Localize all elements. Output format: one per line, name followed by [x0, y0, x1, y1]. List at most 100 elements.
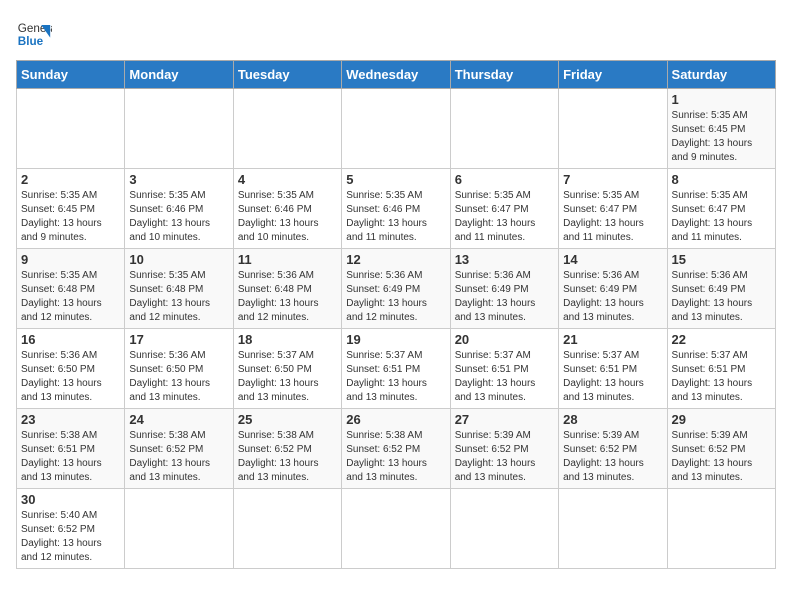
day-number: 18 [238, 332, 337, 347]
calendar-cell: 1Sunrise: 5:35 AM Sunset: 6:45 PM Daylig… [667, 89, 775, 169]
calendar-cell [450, 89, 558, 169]
day-number: 24 [129, 412, 228, 427]
calendar-cell: 10Sunrise: 5:35 AM Sunset: 6:48 PM Dayli… [125, 249, 233, 329]
calendar-cell: 16 Sunrise: 5:36 AM Sunset: 6:50 PM Dayli… [17, 329, 125, 409]
calendar-cell: 14 Sunrise: 5:36 AM Sunset: 6:49 PM Dayli… [559, 249, 667, 329]
page-header: General Blue [16, 16, 776, 52]
day-number: 22 [672, 332, 771, 347]
day-number: 14 [563, 252, 662, 267]
day-info: Sunrise: 5:37 AM Sunset: 6:50 PM Dayligh… [238, 349, 337, 405]
day-info: Sunrise: 5:36 AM Sunset: 6:50 PM Dayligh… [129, 349, 228, 405]
day-info: Sunrise: 5:35 AM Sunset: 6:46 PM Dayligh… [129, 189, 228, 245]
calendar-cell: 4 Sunrise: 5:35 AM Sunset: 6:46 PM Daylig… [233, 169, 341, 249]
day-number: 27 [455, 412, 554, 427]
calendar-cell [233, 89, 341, 169]
calendar-cell [233, 489, 341, 569]
calendar-week-row: 16 Sunrise: 5:36 AM Sunset: 6:50 PM Dayli… [17, 329, 776, 409]
calendar-cell: 23Sunrise: 5:38 AM Sunset: 6:51 PM Dayli… [17, 409, 125, 489]
day-info: Sunrise: 5:35 AM Sunset: 6:45 PM Dayligh… [672, 109, 771, 165]
day-number: 10 [129, 252, 228, 267]
logo: General Blue [16, 16, 52, 52]
weekday-header-monday: Monday [125, 61, 233, 89]
calendar-cell: 20 Sunrise: 5:37 AM Sunset: 6:51 PM Dayli… [450, 329, 558, 409]
day-number: 25 [238, 412, 337, 427]
day-number: 2 [21, 172, 120, 187]
calendar-cell [450, 489, 558, 569]
calendar-cell: 15 Sunrise: 5:36 AM Sunset: 6:49 PM Dayli… [667, 249, 775, 329]
day-info: Sunrise: 5:35 AM Sunset: 6:47 PM Dayligh… [672, 189, 771, 245]
day-number: 4 [238, 172, 337, 187]
calendar-cell: 2 Sunrise: 5:35 AM Sunset: 6:45 PM Daylig… [17, 169, 125, 249]
day-info: Sunrise: 5:36 AM Sunset: 6:49 PM Dayligh… [563, 269, 662, 325]
day-number: 20 [455, 332, 554, 347]
day-number: 28 [563, 412, 662, 427]
day-info: Sunrise: 5:37 AM Sunset: 6:51 PM Dayligh… [563, 349, 662, 405]
calendar-cell: 21 Sunrise: 5:37 AM Sunset: 6:51 PM Dayli… [559, 329, 667, 409]
calendar-cell: 22 Sunrise: 5:37 AM Sunset: 6:51 PM Dayli… [667, 329, 775, 409]
day-number: 21 [563, 332, 662, 347]
day-number: 19 [346, 332, 445, 347]
weekday-header-wednesday: Wednesday [342, 61, 450, 89]
calendar-cell: 24 Sunrise: 5:38 AM Sunset: 6:52 PM Dayli… [125, 409, 233, 489]
day-info: Sunrise: 5:36 AM Sunset: 6:50 PM Dayligh… [21, 349, 120, 405]
day-number: 12 [346, 252, 445, 267]
calendar-cell: 6 Sunrise: 5:35 AM Sunset: 6:47 PM Daylig… [450, 169, 558, 249]
day-info: Sunrise: 5:35 AM Sunset: 6:47 PM Dayligh… [563, 189, 662, 245]
day-info: Sunrise: 5:36 AM Sunset: 6:48 PM Dayligh… [238, 269, 337, 325]
day-number: 7 [563, 172, 662, 187]
calendar-cell: 5 Sunrise: 5:35 AM Sunset: 6:46 PM Daylig… [342, 169, 450, 249]
day-info: Sunrise: 5:35 AM Sunset: 6:45 PM Dayligh… [21, 189, 120, 245]
day-number: 5 [346, 172, 445, 187]
calendar-table: SundayMondayTuesdayWednesdayThursdayFrid… [16, 60, 776, 569]
calendar-cell [342, 489, 450, 569]
day-info: Sunrise: 5:38 AM Sunset: 6:52 PM Dayligh… [238, 429, 337, 485]
calendar-cell: 19Sunrise: 5:37 AM Sunset: 6:51 PM Dayli… [342, 329, 450, 409]
calendar-cell: 17 Sunrise: 5:36 AM Sunset: 6:50 PM Dayli… [125, 329, 233, 409]
weekday-header-thursday: Thursday [450, 61, 558, 89]
calendar-cell: 26Sunrise: 5:38 AM Sunset: 6:52 PM Dayli… [342, 409, 450, 489]
weekday-header-row: SundayMondayTuesdayWednesdayThursdayFrid… [17, 61, 776, 89]
calendar-cell: 18 Sunrise: 5:37 AM Sunset: 6:50 PM Dayli… [233, 329, 341, 409]
calendar-week-row: 1Sunrise: 5:35 AM Sunset: 6:45 PM Daylig… [17, 89, 776, 169]
day-info: Sunrise: 5:39 AM Sunset: 6:52 PM Dayligh… [455, 429, 554, 485]
calendar-cell: 3Sunrise: 5:35 AM Sunset: 6:46 PM Daylig… [125, 169, 233, 249]
calendar-cell [125, 89, 233, 169]
calendar-cell [559, 89, 667, 169]
calendar-cell: 9Sunrise: 5:35 AM Sunset: 6:48 PM Daylig… [17, 249, 125, 329]
day-number: 16 [21, 332, 120, 347]
day-info: Sunrise: 5:37 AM Sunset: 6:51 PM Dayligh… [455, 349, 554, 405]
logo-icon: General Blue [16, 16, 52, 52]
calendar-week-row: 23Sunrise: 5:38 AM Sunset: 6:51 PM Dayli… [17, 409, 776, 489]
day-info: Sunrise: 5:35 AM Sunset: 6:48 PM Dayligh… [21, 269, 120, 325]
calendar-cell [342, 89, 450, 169]
day-info: Sunrise: 5:38 AM Sunset: 6:52 PM Dayligh… [346, 429, 445, 485]
day-number: 13 [455, 252, 554, 267]
weekday-header-sunday: Sunday [17, 61, 125, 89]
calendar-week-row: 9Sunrise: 5:35 AM Sunset: 6:48 PM Daylig… [17, 249, 776, 329]
day-info: Sunrise: 5:38 AM Sunset: 6:52 PM Dayligh… [129, 429, 228, 485]
day-info: Sunrise: 5:39 AM Sunset: 6:52 PM Dayligh… [563, 429, 662, 485]
day-info: Sunrise: 5:37 AM Sunset: 6:51 PM Dayligh… [672, 349, 771, 405]
day-info: Sunrise: 5:36 AM Sunset: 6:49 PM Dayligh… [346, 269, 445, 325]
day-info: Sunrise: 5:35 AM Sunset: 6:47 PM Dayligh… [455, 189, 554, 245]
day-info: Sunrise: 5:35 AM Sunset: 6:46 PM Dayligh… [346, 189, 445, 245]
day-number: 23 [21, 412, 120, 427]
day-info: Sunrise: 5:36 AM Sunset: 6:49 PM Dayligh… [455, 269, 554, 325]
calendar-cell: 7 Sunrise: 5:35 AM Sunset: 6:47 PM Daylig… [559, 169, 667, 249]
calendar-cell: 25 Sunrise: 5:38 AM Sunset: 6:52 PM Dayli… [233, 409, 341, 489]
weekday-header-friday: Friday [559, 61, 667, 89]
day-number: 17 [129, 332, 228, 347]
weekday-header-saturday: Saturday [667, 61, 775, 89]
calendar-cell: 28 Sunrise: 5:39 AM Sunset: 6:52 PM Dayli… [559, 409, 667, 489]
day-info: Sunrise: 5:35 AM Sunset: 6:46 PM Dayligh… [238, 189, 337, 245]
day-info: Sunrise: 5:39 AM Sunset: 6:52 PM Dayligh… [672, 429, 771, 485]
calendar-cell [559, 489, 667, 569]
calendar-week-row: 30Sunrise: 5:40 AM Sunset: 6:52 PM Dayli… [17, 489, 776, 569]
day-info: Sunrise: 5:36 AM Sunset: 6:49 PM Dayligh… [672, 269, 771, 325]
day-number: 6 [455, 172, 554, 187]
calendar-cell [125, 489, 233, 569]
calendar-week-row: 2 Sunrise: 5:35 AM Sunset: 6:45 PM Daylig… [17, 169, 776, 249]
day-number: 15 [672, 252, 771, 267]
calendar-cell: 29Sunrise: 5:39 AM Sunset: 6:52 PM Dayli… [667, 409, 775, 489]
day-info: Sunrise: 5:40 AM Sunset: 6:52 PM Dayligh… [21, 509, 120, 565]
